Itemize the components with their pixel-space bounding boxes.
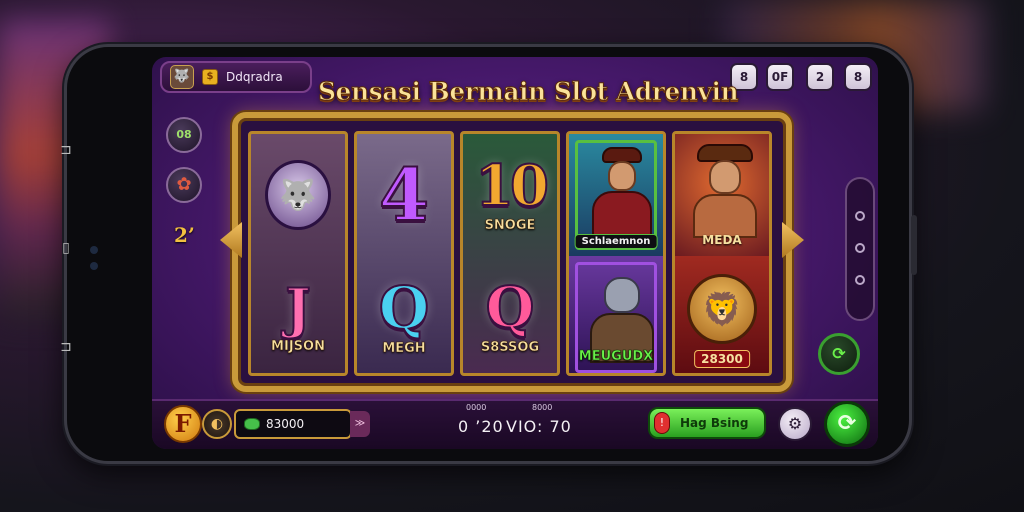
sensor-icon (90, 262, 98, 270)
gems-side-button[interactable]: 08 (166, 117, 202, 153)
reel-cell: Q MEGH (357, 256, 451, 373)
coin-button[interactable]: F (164, 405, 202, 443)
phone-volume-button (911, 215, 917, 275)
reel-symbol: 10 (474, 152, 550, 219)
game-title: Sensasi Bermain Slot Adrenvin (318, 77, 740, 107)
profile-name: Ddqradra (226, 70, 283, 84)
stat1-value: 0 ’20 (458, 417, 504, 436)
reel-1: 🐺 J MIJSON (248, 131, 348, 376)
reel-5: MEDA 🦁 28300 (672, 131, 772, 376)
flower-side-button[interactable]: ✿ (166, 167, 202, 203)
bottom-bar: F ◐ 83000 ≫ 0000 0 ’20 8000 VIO: 70 ! Ha… (152, 399, 878, 449)
alert-icon: ! (654, 412, 670, 434)
reel-symbol: Q (485, 275, 536, 341)
slider-dot-icon[interactable] (855, 211, 865, 221)
add-balance-button[interactable]: ≫ (350, 411, 370, 437)
reel-symbol: J (284, 276, 312, 340)
profile-pill[interactable]: 🐺 $ Ddqradra (160, 61, 312, 93)
reel-cell: 4 (357, 134, 451, 256)
menu-button[interactable]: 0F (766, 63, 794, 91)
reel-label: S8SSOG (480, 340, 540, 356)
reel-symbol: 4 (378, 152, 430, 237)
face-icon (608, 161, 636, 191)
reel-cell: MEUGUDX (569, 256, 663, 373)
reel-label: Schlaemnon (574, 234, 658, 249)
play-button[interactable]: ! Hag Bsing (648, 407, 766, 439)
reel-symbol: Q (378, 274, 431, 342)
camera-icon (90, 246, 98, 254)
lion-symbol-icon: 🦁 (687, 273, 757, 344)
face-icon (604, 277, 640, 313)
balance-value: 83000 (266, 417, 305, 431)
reel-label: SNOGE (484, 217, 536, 233)
frame-left-arrow-icon (220, 222, 242, 258)
sidebar-number: 2’ (174, 223, 195, 247)
reel-label: 28300 (694, 350, 750, 368)
stat2-caption: 8000 (532, 403, 553, 412)
gem-icon (244, 418, 260, 430)
reel-label: MEGH (382, 341, 426, 357)
slider-dot-icon[interactable] (855, 275, 865, 285)
reel-label: MIJSON (271, 339, 325, 355)
home-nav-icon[interactable]: ▯ (58, 239, 74, 257)
settings-button[interactable]: ⚙ (778, 407, 812, 441)
reel-cell: 🐺 (251, 134, 345, 256)
stat1-caption: 0000 (466, 403, 487, 412)
reel-3: 10 SNOGE Q S8SSOG (460, 131, 560, 376)
frame-right-arrow-icon (782, 222, 804, 258)
reel-cell: MEDA (675, 134, 769, 256)
reel-cell: 10 SNOGE (463, 134, 557, 256)
reel-cell: Q S8SSOG (463, 256, 557, 373)
badge-button[interactable]: 2 (806, 63, 834, 91)
slider-dot-icon[interactable] (855, 243, 865, 253)
coin-icon: $ (202, 69, 218, 85)
wolf-symbol-icon: 🐺 (265, 160, 331, 230)
spin-button[interactable]: ⟳ (824, 401, 870, 447)
reel-cell: J MIJSON (251, 256, 345, 373)
reel-cell: 🦁 28300 (675, 256, 769, 373)
game-screen: 🐺 $ Ddqradra 8 0F 2 8 Sensasi Bermain Sl… (152, 57, 878, 449)
reel-4: Schlaemnon MEUGUDX (566, 131, 666, 376)
side-slider[interactable] (845, 177, 875, 321)
reel-2: 4 Q MEGH (354, 131, 454, 376)
reel-cell: Schlaemnon (569, 134, 663, 256)
balance-display: 83000 (234, 409, 352, 439)
recent-nav-icon[interactable]: ⊐ (58, 338, 74, 356)
stat2-value: VIO: 70 (506, 417, 572, 436)
face-icon (709, 160, 741, 194)
back-nav-icon[interactable]: ⊐ (58, 141, 74, 159)
reel-label: MEDA (702, 233, 742, 247)
user-button[interactable]: 8 (844, 63, 872, 91)
reel-label: MEUGUDX (578, 349, 654, 365)
auto-spin-button[interactable]: ⟳ (818, 333, 860, 375)
play-button-label: Hag Bsing (680, 416, 749, 430)
compass-button[interactable]: ◐ (202, 409, 232, 439)
avatar: 🐺 (170, 65, 194, 89)
